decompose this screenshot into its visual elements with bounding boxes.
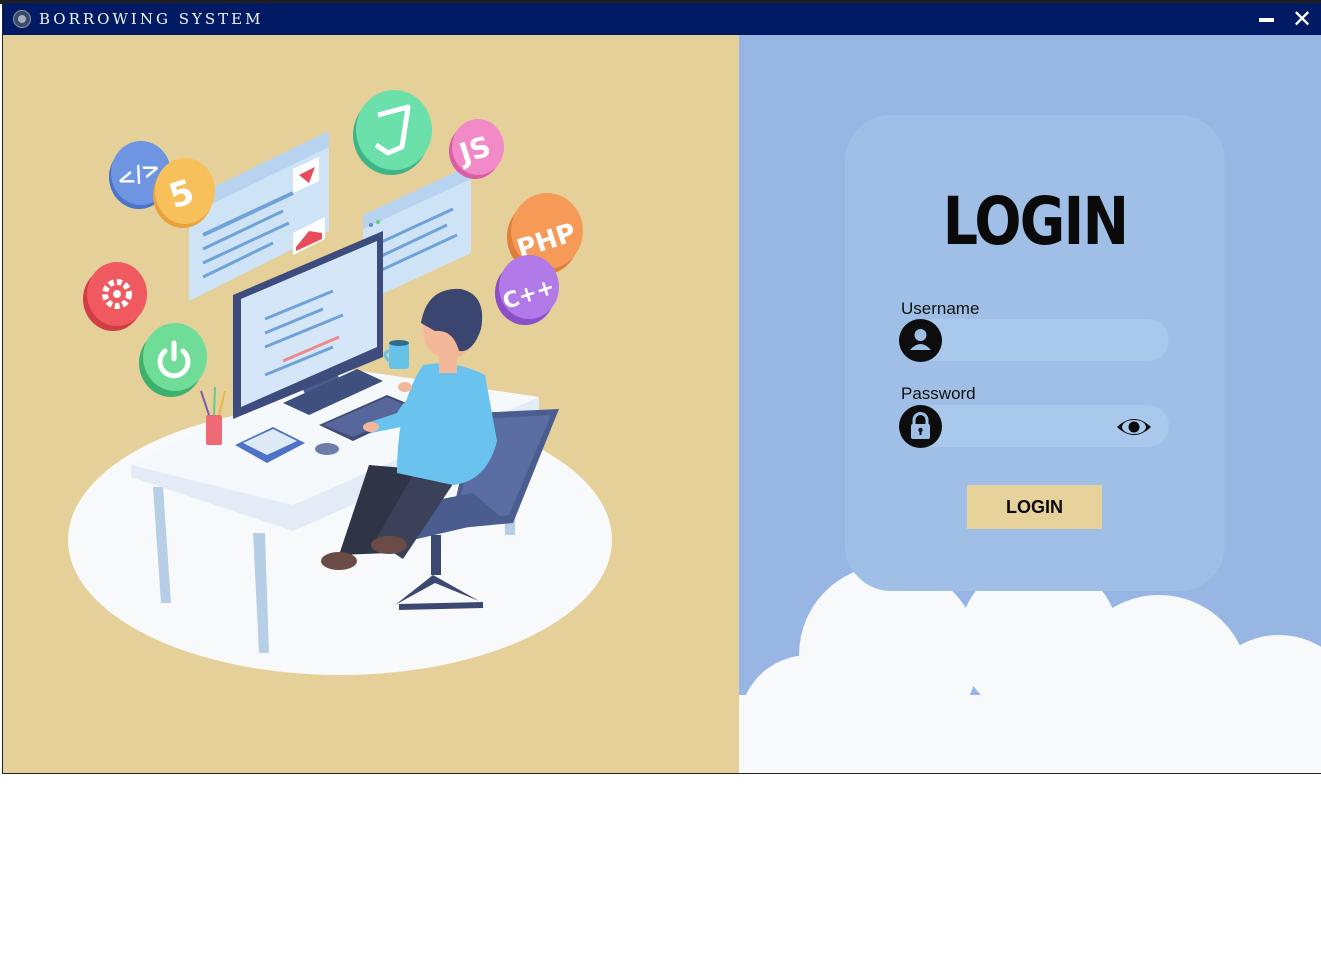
login-panel: LOGIN Username Password LOGIN [739, 35, 1321, 773]
login-button[interactable]: LOGIN [967, 485, 1102, 529]
password-input[interactable] [951, 411, 1115, 443]
power-badge-illustration [139, 323, 207, 397]
css-badge-illustration [353, 90, 432, 175]
login-window: BORROWING SYSTEM ✕ </> 5 JS PHP C++ LOGI… [3, 3, 1321, 773]
app-logo-icon [13, 10, 31, 28]
close-icon: ✕ [1291, 5, 1313, 33]
login-card: LOGIN Username Password LOGIN [845, 115, 1225, 591]
password-field[interactable] [899, 405, 1169, 448]
mouse-illustration [315, 443, 339, 455]
cpp-badge-illustration: C++ [495, 255, 559, 325]
eye-icon[interactable] [1115, 415, 1153, 439]
settings-gear-badge-illustration [83, 262, 147, 331]
js-badge-illustration: JS [449, 119, 504, 179]
illustration-panel: </> 5 JS PHP C++ [3, 35, 739, 773]
user-icon [899, 319, 942, 362]
password-label: Password [901, 384, 976, 403]
username-label: Username [901, 299, 980, 318]
username-input[interactable] [951, 325, 1115, 357]
minimize-button[interactable] [1253, 7, 1279, 31]
title-bar[interactable]: BORROWING SYSTEM ✕ [3, 3, 1321, 35]
lock-icon [899, 405, 942, 448]
mug-illustration [383, 340, 409, 369]
close-button[interactable]: ✕ [1289, 7, 1315, 31]
username-field[interactable] [899, 319, 1169, 362]
login-heading: LOGIN [942, 183, 1129, 260]
window-title: BORROWING SYSTEM [39, 10, 264, 28]
developer-illustration: </> 5 JS PHP C++ [68, 90, 612, 675]
